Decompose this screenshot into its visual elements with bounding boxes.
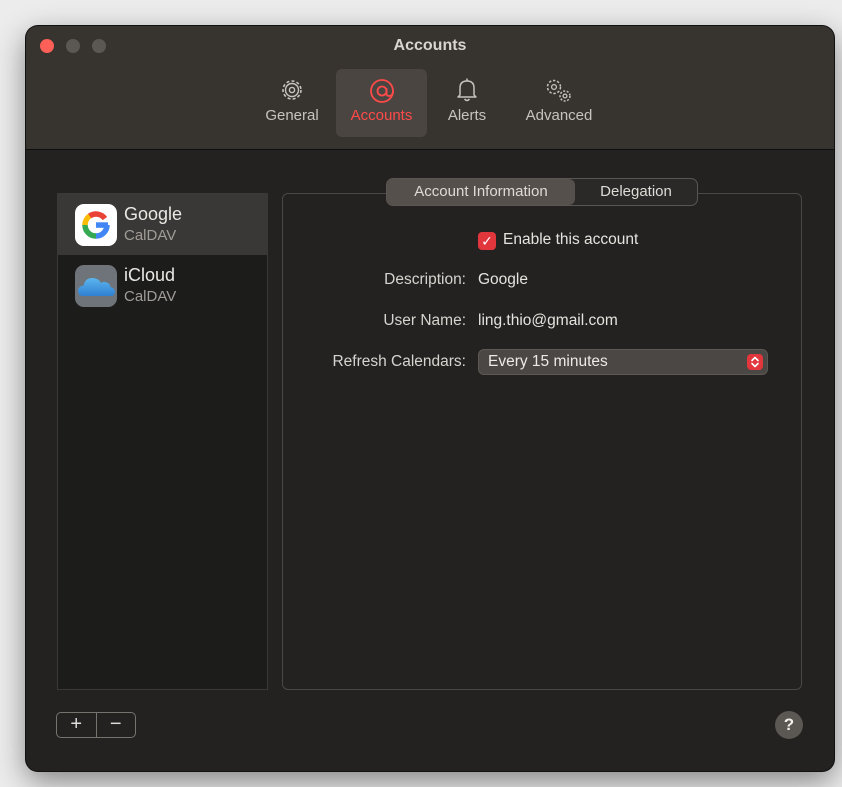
at-sign-icon (336, 69, 427, 107)
preferences-window: Accounts General Accounts Alerts Advance… (26, 26, 834, 771)
help-button[interactable]: ? (775, 711, 803, 739)
title-bar: Accounts General Accounts Alerts Advance… (26, 26, 834, 150)
account-name: iCloud (124, 265, 176, 285)
tab-account-information[interactable]: Account Information (387, 179, 575, 205)
toolbar-general[interactable]: General (260, 69, 324, 137)
account-type: CalDAV (124, 288, 177, 305)
account-type: CalDAV (124, 227, 177, 244)
toolbar-accounts[interactable]: Accounts (336, 69, 427, 137)
username-label: User Name: (383, 312, 466, 329)
refresh-calendars-select[interactable]: Every 15 minutes (478, 349, 768, 375)
detail-tab-switcher: Account Information Delegation (386, 178, 698, 206)
account-name: Google (124, 204, 183, 224)
toolbar-general-label: General (265, 107, 319, 124)
list-item-google[interactable]: Google CalDAV (58, 194, 267, 255)
add-account-button[interactable]: + (57, 713, 96, 737)
icloud-logo-icon (75, 265, 117, 307)
refresh-calendars-value: Every 15 minutes (488, 353, 608, 370)
add-remove-control: + − (56, 712, 136, 738)
enable-account-checkbox[interactable]: ✓ (478, 232, 496, 250)
toolbar-accounts-label: Accounts (350, 107, 413, 124)
username-value: ling.thio@gmail.com (478, 312, 618, 329)
window-title: Accounts (393, 37, 467, 54)
gear-icon (260, 69, 324, 107)
account-detail-panel (282, 193, 802, 690)
bell-icon (440, 69, 494, 107)
google-logo-icon (75, 204, 117, 246)
list-item-icloud[interactable]: iCloud CalDAV (58, 255, 267, 316)
toolbar-alerts-label: Alerts (447, 107, 487, 124)
chevron-up-down-icon (747, 354, 763, 370)
remove-account-button[interactable]: − (96, 713, 135, 737)
toolbar-advanced-label: Advanced (525, 107, 593, 124)
toolbar-advanced[interactable]: Advanced (516, 69, 602, 137)
description-label: Description: (384, 271, 466, 288)
refresh-calendars-label: Refresh Calendars: (332, 353, 466, 370)
accounts-pane: Google CalDAV iCloud CalDAV Account Info… (26, 151, 834, 771)
enable-account-label: Enable this account (503, 231, 639, 248)
tab-delegation[interactable]: Delegation (575, 179, 697, 205)
toolbar-alerts[interactable]: Alerts (440, 69, 494, 137)
description-value: Google (478, 271, 528, 288)
account-list[interactable]: Google CalDAV iCloud CalDAV (57, 193, 268, 690)
gears-icon (516, 69, 602, 107)
